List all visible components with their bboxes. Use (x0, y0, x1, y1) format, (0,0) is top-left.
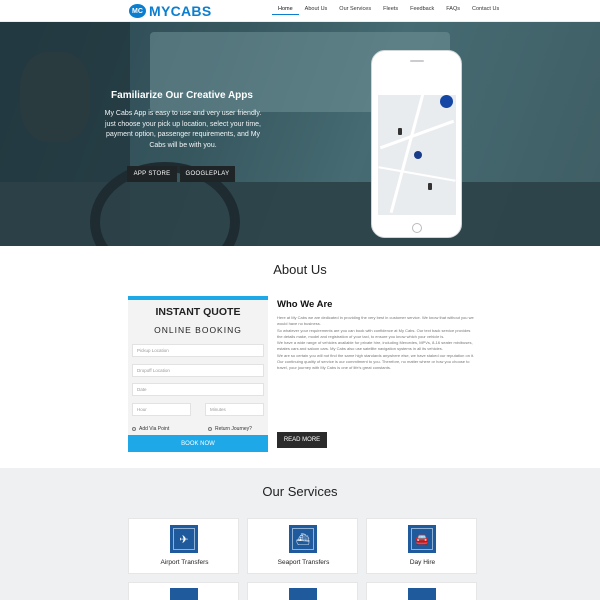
book-now-button[interactable]: BOOK NOW (128, 435, 268, 452)
car-icon (428, 183, 432, 190)
who-we-are-text: Here at My Cabs we are dedicated in prov… (277, 315, 477, 372)
who-paragraph-4: We are so certain you will not find the … (277, 352, 475, 371)
nav-home[interactable]: Home (272, 4, 299, 15)
via-point-checkbox[interactable]: Add Via Point (132, 426, 169, 432)
service-label: Seaport Transfers (277, 559, 330, 566)
car-icon: 🚘 (411, 528, 433, 550)
read-more-button[interactable]: READ MORE (277, 432, 327, 448)
nav-contact-us[interactable]: Contact Us (466, 4, 505, 15)
nav-faqs[interactable]: FAQs (440, 4, 466, 15)
hero-text: My Cabs App is easy to use and very user… (104, 110, 262, 149)
quote-title: INSTANT QUOTE (155, 306, 241, 318)
hero-slider: Familiarize Our Creative Apps My Cabs Ap… (0, 22, 600, 246)
hero-title: Familiarize Our Creative Apps (111, 90, 253, 101)
car-icon (398, 128, 402, 135)
logo-text: MYCABS (149, 3, 212, 19)
service-icon-box (408, 588, 436, 600)
service-card-partial[interactable] (366, 582, 477, 600)
service-card-partial[interactable] (247, 582, 358, 600)
return-journey-label: Return Journey? (215, 426, 252, 432)
service-icon-box: 🚘 (408, 525, 436, 553)
service-label: Day Hire (409, 559, 436, 566)
logo-badge: MC (129, 4, 146, 18)
nav-our-services[interactable]: Our Services (333, 4, 377, 15)
hour-select[interactable]: Hour (132, 403, 191, 416)
instant-quote-form: INSTANT QUOTE ONLINE BOOKING Pickup Loca… (128, 296, 268, 452)
map-road (389, 75, 430, 213)
main-nav: Home About Us Our Services Fleets Feedba… (272, 4, 505, 15)
map-road (379, 119, 455, 150)
services-section: Our Services ✈ Airport Transfers ⛴ Seapo… (0, 468, 600, 600)
about-us-title: About Us (273, 262, 327, 277)
checkbox-icon (132, 427, 136, 431)
phone-map-screen (378, 73, 456, 215)
date-input[interactable]: Date (132, 383, 264, 396)
via-point-label: Add Via Point (139, 426, 170, 432)
who-paragraph-2: So whatever your requirements are you ca… (277, 327, 471, 339)
quote-subtitle: ONLINE BOOKING (154, 325, 242, 335)
who-paragraph-1: Here at My Cabs we are dedicated in prov… (277, 315, 474, 327)
nav-feedback[interactable]: Feedback (404, 4, 440, 15)
return-journey-checkbox[interactable]: Return Journey? (208, 426, 252, 432)
logo[interactable]: MC MYCABS (129, 3, 212, 19)
checkbox-icon (208, 427, 212, 431)
location-button-icon (440, 95, 453, 108)
map-road (378, 166, 456, 182)
hero-background-head (20, 52, 90, 142)
minutes-select[interactable]: Minutes (205, 403, 264, 416)
phone-speaker (410, 60, 424, 62)
service-card-airport[interactable]: ✈ Airport Transfers (128, 518, 239, 574)
pickup-location-input[interactable]: Pickup Location (132, 344, 264, 357)
who-paragraph-3: We have a wide range of vehicles availab… (277, 340, 473, 352)
service-icon-box: ⛴ (289, 525, 317, 553)
google-play-button[interactable]: GOOGLEPLAY (180, 166, 235, 182)
dropoff-location-input[interactable]: Dropoff Location (132, 364, 264, 377)
pickup-marker-icon (414, 151, 422, 159)
phone-home-button (412, 223, 422, 233)
service-card-seaport[interactable]: ⛴ Seaport Transfers (247, 518, 358, 574)
service-card-partial[interactable] (128, 582, 239, 600)
phone-mockup (371, 50, 462, 238)
service-icon-box (170, 588, 198, 600)
ship-icon: ⛴ (292, 528, 314, 550)
app-store-button[interactable]: APP STORE (127, 166, 177, 182)
services-title: Our Services (262, 484, 338, 499)
service-icon-box: ✈ (170, 525, 198, 553)
nav-fleets[interactable]: Fleets (377, 4, 404, 15)
who-we-are-title: Who We Are (277, 299, 333, 310)
airplane-icon: ✈ (173, 528, 195, 550)
service-card-day-hire[interactable]: 🚘 Day Hire (366, 518, 477, 574)
nav-about-us[interactable]: About Us (299, 4, 334, 15)
service-icon-box (289, 588, 317, 600)
phone-app-header (378, 73, 456, 95)
header: MC MYCABS Home About Us Our Services Fle… (0, 0, 600, 22)
service-label: Airport Transfers (160, 559, 209, 566)
